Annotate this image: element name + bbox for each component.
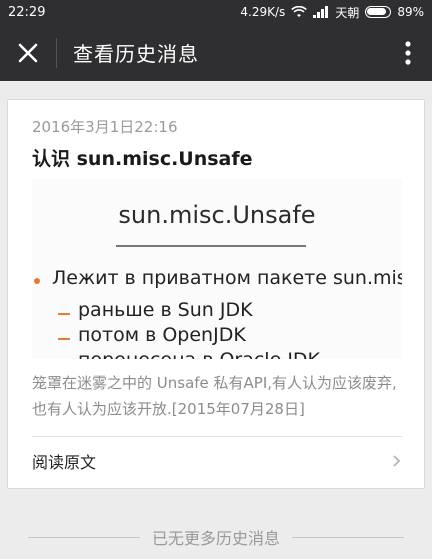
status-time: 22:29: [8, 4, 46, 20]
chevron-right-icon: [393, 455, 401, 467]
status-bar: 22:29 4.29K/s 天朝 89%: [0, 0, 432, 24]
article-cover-image[interactable]: sun.misc.Unsafe Лежит в приватном пакете…: [32, 179, 402, 359]
cover-heading: sun.misc.Unsafe: [118, 201, 316, 229]
cover-dash: [58, 313, 70, 315]
battery-icon: [365, 6, 392, 18]
title-divider: [56, 37, 57, 68]
wifi-icon: [291, 6, 308, 17]
cover-line: Лежит в приватном пакете sun.misc: [52, 267, 402, 289]
title-bar: 查看历史消息: [0, 24, 432, 81]
page-title: 查看历史消息: [73, 42, 199, 66]
footer-text: 已无更多历史消息: [151, 529, 280, 548]
article-title[interactable]: 认识 sun.misc.Unsafe: [32, 144, 253, 171]
cover-line: раньше в Sun JDK: [78, 299, 253, 321]
no-more-history-footer: 已无更多历史消息: [0, 522, 432, 552]
footer-line-left: [27, 536, 140, 538]
more-vertical-icon: [405, 40, 411, 65]
status-right: 4.29K/s 天朝 89%: [240, 4, 424, 21]
battery-level: 89%: [397, 5, 424, 19]
footer-line-right: [292, 536, 404, 538]
article-date: 2016年3月1日22:16: [32, 118, 178, 136]
signal-icon: [313, 6, 329, 18]
article-card[interactable]: 2016年3月1日22:16 认识 sun.misc.Unsafe sun.mi…: [7, 99, 425, 489]
close-icon: [18, 43, 38, 62]
article-summary: 笼罩在迷雾之中的 Unsafe 私有API,有人认为应该废弃,也有人认为应该开放…: [32, 374, 397, 418]
cover-dash: [58, 338, 70, 340]
cover-rule: [116, 245, 306, 247]
read-original-link[interactable]: 阅读原文: [32, 436, 402, 486]
more-button[interactable]: [384, 24, 432, 81]
cover-bullet: [34, 278, 40, 284]
read-original-label: 阅读原文: [32, 453, 97, 472]
cover-line: перенесена в Oracle JDK: [78, 349, 320, 359]
carrier-name: 天朝: [335, 5, 360, 20]
network-speed: 4.29K/s: [240, 5, 286, 19]
cover-line: потом в OpenJDK: [78, 324, 246, 346]
close-button[interactable]: [0, 24, 56, 81]
